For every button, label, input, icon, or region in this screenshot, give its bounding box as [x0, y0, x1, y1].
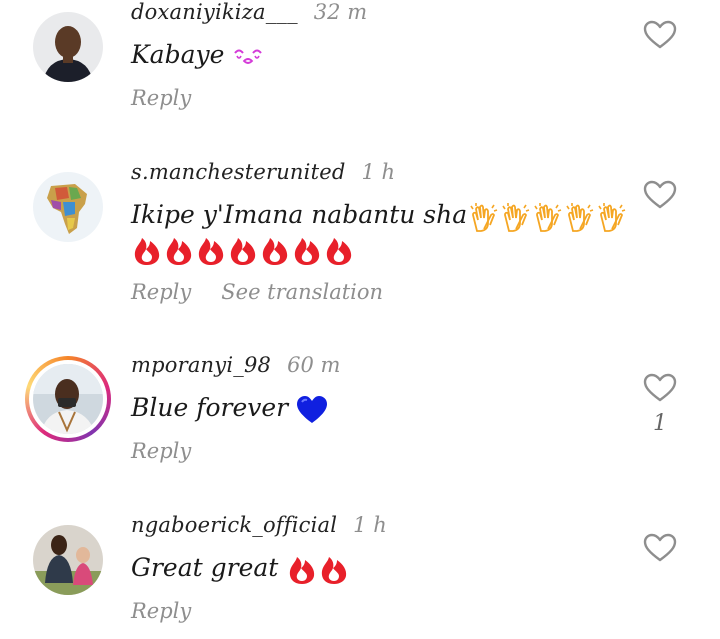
like-heart-icon[interactable] [643, 373, 677, 403]
comment-body: Ikipe y'Imana nabantu sha [131, 200, 627, 233]
comment-username[interactable]: mporanyi_98 [131, 353, 271, 377]
clapping-hands-icon [563, 201, 595, 233]
comment-username[interactable]: doxaniyikiza___ [131, 0, 298, 24]
fire-icon [195, 235, 227, 267]
like-heart-icon[interactable] [643, 533, 677, 563]
comment-text: Kabaye [131, 40, 225, 69]
comment-item: mporanyi_98 60 m Blue forever Reply 1 [0, 353, 720, 503]
clapping-hands-icon [531, 201, 563, 233]
comment-item: doxaniyikiza___ 32 m Kabaye Reply [0, 0, 720, 150]
clapping-hands-icon [595, 201, 627, 233]
comment-text: Great great [131, 553, 279, 582]
avatar[interactable] [33, 12, 103, 82]
avatar-story-ring[interactable] [25, 356, 111, 442]
avatar[interactable] [33, 525, 103, 595]
comment-body: Kabaye [131, 40, 264, 69]
avatar [33, 364, 103, 434]
comment-time: 1 h [361, 160, 396, 184]
comment-time: 1 h [353, 513, 387, 537]
comment-time: 32 m [313, 0, 368, 24]
clapping-hands-icon [499, 201, 531, 233]
avatar[interactable] [33, 172, 103, 242]
fire-icon [318, 554, 350, 586]
reply-button[interactable]: Reply [131, 86, 191, 110]
kissing-face-icon [232, 47, 264, 67]
emoji-row [131, 234, 355, 267]
comment-text: Ikipe y'Imana nabantu sha [131, 200, 468, 229]
comment-time: 60 m [287, 353, 341, 377]
fire-icon [286, 554, 318, 586]
comment-body: Great great [131, 553, 350, 586]
fire-icon [323, 235, 355, 267]
fire-icon [163, 235, 195, 267]
clapping-hands-icon [467, 201, 499, 233]
comment-username[interactable]: ngaboerick_official [131, 513, 337, 537]
like-heart-icon[interactable] [643, 180, 677, 210]
comment-text: Blue forever [131, 393, 289, 422]
reply-button[interactable]: Reply [131, 280, 191, 304]
reply-button[interactable]: Reply [131, 599, 191, 623]
comment-item: s.manchesterunited 1 h Ikipe y'Imana nab… [0, 160, 720, 340]
see-translation-button[interactable]: See translation [221, 280, 383, 304]
fire-icon [291, 235, 323, 267]
comment-username[interactable]: s.manchesterunited [131, 160, 345, 184]
fire-icon [259, 235, 291, 267]
like-count: 1 [653, 411, 667, 436]
comment-item: ngaboerick_official 1 h Great great Repl… [0, 513, 720, 639]
like-heart-icon[interactable] [643, 20, 677, 50]
fire-icon [227, 235, 259, 267]
reply-button[interactable]: Reply [131, 439, 191, 463]
comment-body: Blue forever [131, 393, 328, 425]
blue-heart-icon [296, 395, 328, 425]
fire-icon [131, 235, 163, 267]
